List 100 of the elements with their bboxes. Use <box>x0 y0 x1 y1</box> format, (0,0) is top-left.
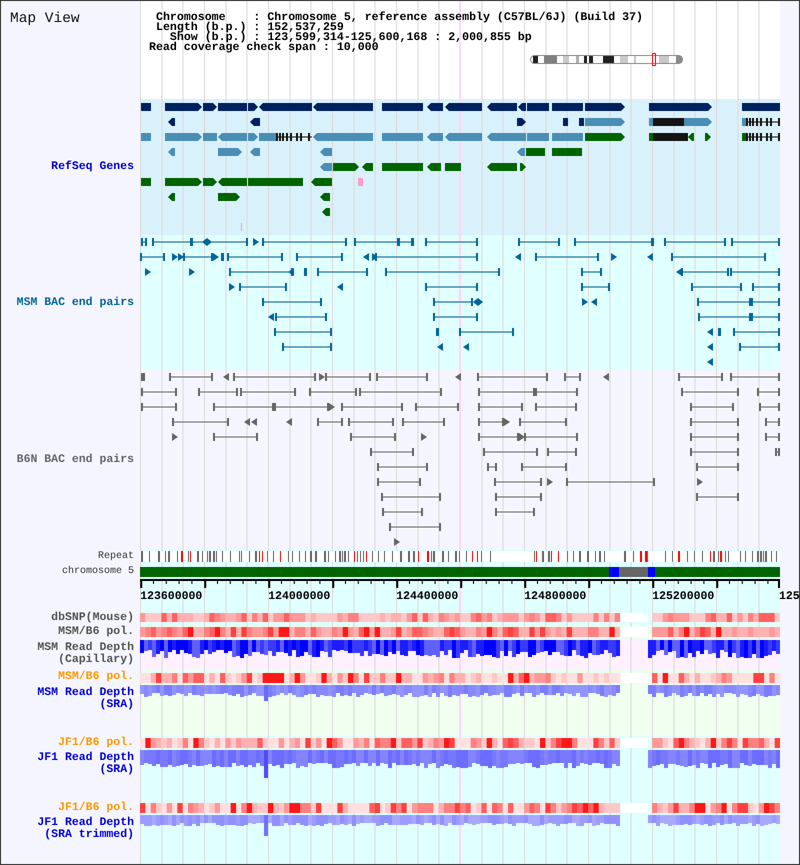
bac-end-pair <box>141 373 145 381</box>
triangle-marker-icon <box>437 343 443 351</box>
bac-end-pair <box>348 418 394 426</box>
bac-end-pair <box>377 463 428 471</box>
triangle-marker-icon <box>288 268 294 276</box>
track-label: MSM/B6 pol. <box>58 671 134 683</box>
bac-end-pair <box>691 283 742 291</box>
triangle-marker-icon <box>421 433 427 441</box>
bac-end-pair <box>765 418 780 426</box>
track-label: JF1/B6 pol. <box>58 802 134 814</box>
triangle-marker-icon <box>229 283 235 291</box>
block-marker-icon <box>397 238 400 246</box>
bac-end-pair <box>495 493 542 501</box>
track-label: RefSeq Genes <box>51 161 134 173</box>
triangle-marker-icon <box>268 313 274 321</box>
track-label: MSM/B6 pol. <box>58 626 134 638</box>
triangle-marker-icon <box>676 268 682 276</box>
bac-end-pair <box>370 448 414 456</box>
gene-feature <box>218 193 240 201</box>
info-line: Chromosome : Chromosome 5, reference assembly (C57BL/6J) (Build 37) <box>156 13 644 23</box>
gene-feature <box>427 103 443 111</box>
bac-end-pair <box>690 418 739 426</box>
gene-feature <box>427 163 441 171</box>
axis-tick-label: 123600000 <box>140 590 202 603</box>
triangle-marker-icon <box>213 253 219 261</box>
gene-feature <box>141 103 151 111</box>
triangle-marker-icon <box>603 373 609 381</box>
gene-feature <box>649 103 712 111</box>
gene-feature <box>585 133 625 141</box>
bac-end-pair <box>341 403 403 411</box>
bac-end-pair <box>377 478 421 486</box>
info-line: Length (b.p.) : 152,537,259 <box>156 22 344 33</box>
block-marker-icon <box>190 238 193 246</box>
bac-end-pair <box>141 388 177 396</box>
gene-feature <box>141 133 151 141</box>
triangle-marker-icon <box>329 403 335 411</box>
triangle-marker-icon <box>547 478 553 486</box>
bac-end-pair <box>765 433 780 441</box>
triangle-marker-icon <box>707 358 713 366</box>
bac-end-pair <box>381 493 441 501</box>
block-marker-icon <box>651 238 654 246</box>
gene-feature <box>552 148 582 156</box>
bac-end-pair <box>521 463 567 471</box>
block-marker-icon <box>718 328 721 336</box>
bac-end-pair <box>227 253 283 261</box>
bac-end-pair <box>564 373 581 381</box>
gene-feature <box>168 148 175 156</box>
triangle-marker-icon <box>286 418 292 426</box>
gene-feature <box>552 133 583 141</box>
bac-end-pair <box>274 328 332 336</box>
axis-tick-label: 124400000 <box>396 590 458 603</box>
bac-end-pair <box>141 403 177 411</box>
triangle-marker-icon <box>504 418 510 426</box>
bac-end-pair <box>198 388 238 396</box>
axis-tick-label: 124800000 <box>524 590 586 603</box>
axis-tick-label: 125 <box>779 590 799 603</box>
bac-end-pair <box>240 388 296 396</box>
bac-end-pair <box>690 448 739 456</box>
triangle-marker-icon <box>647 253 653 261</box>
block-marker-icon <box>411 238 414 246</box>
gene-feature <box>168 193 175 201</box>
gene-feature <box>563 118 568 126</box>
axis-tick-label: 124000000 <box>268 590 330 603</box>
bac-end-pair <box>433 313 478 321</box>
bac-end-pair <box>478 403 523 411</box>
bac-end-pair <box>495 508 535 516</box>
bac-end-pair <box>239 283 287 291</box>
bac-end-pair <box>376 373 428 381</box>
bac-end-pair <box>169 373 213 381</box>
bac-end-pair <box>317 268 368 276</box>
gene-feature <box>585 103 625 111</box>
bac-end-pair <box>459 328 514 336</box>
diamond-marker-icon <box>202 238 212 246</box>
triangle-marker-icon <box>697 478 703 486</box>
bac-end-pair <box>664 238 726 246</box>
bac-end-pair <box>487 463 497 471</box>
bac-end-pair <box>731 238 780 246</box>
bac-end-pair <box>678 373 723 381</box>
bac-end-pair <box>518 238 560 246</box>
bac-end-pair <box>483 448 538 456</box>
track-label: B6N BAC end pairs <box>16 454 134 466</box>
bac-end-pair <box>581 283 610 291</box>
bac-end-pair <box>402 418 445 426</box>
axis-tick-label: 125200000 <box>652 590 714 603</box>
triangle-marker-icon <box>707 343 713 351</box>
triangle-marker-icon <box>591 298 597 306</box>
bac-end-pair <box>690 403 734 411</box>
bac-end-pair <box>535 253 599 261</box>
triangle-marker-icon <box>363 253 369 261</box>
gene-feature <box>487 163 517 171</box>
bac-end-pair <box>696 463 739 471</box>
track-label: MSM BAC end pairs <box>16 296 134 308</box>
bac-end-pair <box>141 238 147 246</box>
track-label: dbSNP(Mouse) <box>51 612 134 624</box>
gene-feature <box>742 103 780 111</box>
gene-feature <box>445 133 482 141</box>
block-marker-icon <box>304 268 307 276</box>
bac-end-pair <box>282 343 332 351</box>
info-line: Show (b.p.) : 123,599,314-125,600,168 : 2,000,855 bp <box>170 32 532 43</box>
gene-feature <box>358 178 363 186</box>
